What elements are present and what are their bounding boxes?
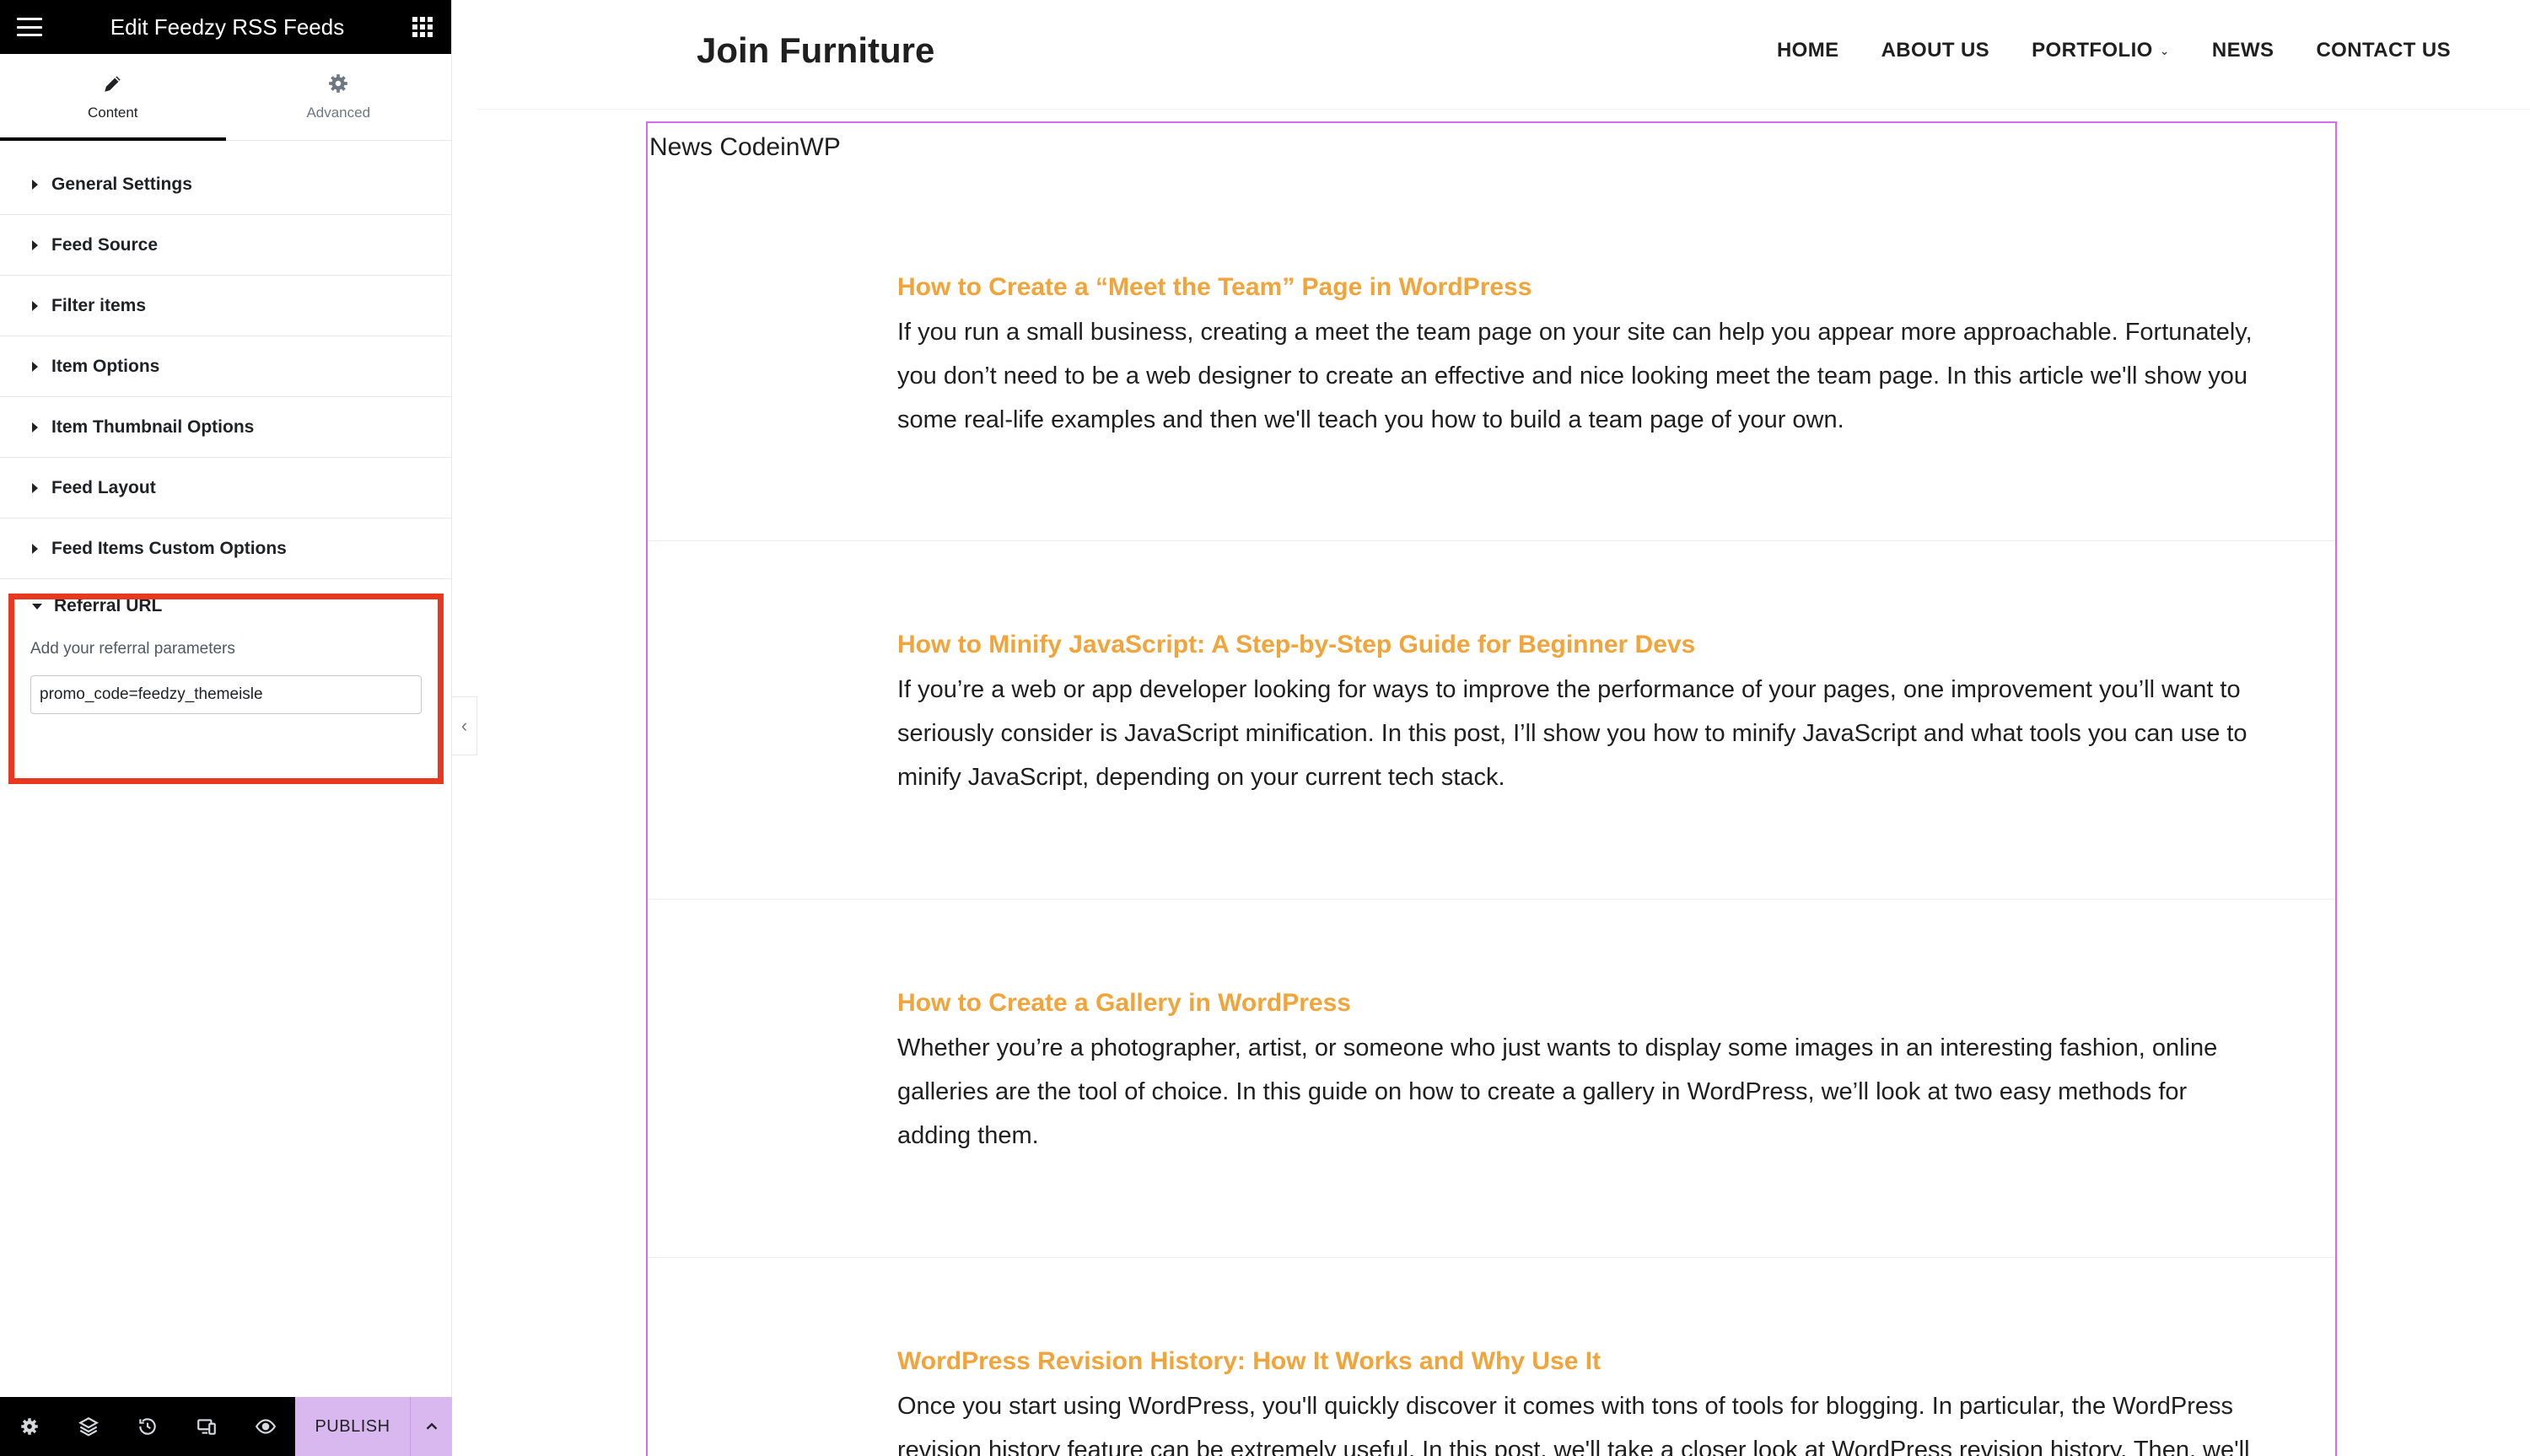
section-label: Feed Layout xyxy=(51,477,156,497)
history-icon[interactable] xyxy=(118,1397,177,1456)
feed-item-title-link[interactable]: WordPress Revision History: How It Works… xyxy=(897,1347,1601,1376)
section-feed-items-custom-options[interactable]: Feed Items Custom Options xyxy=(0,518,451,579)
section-referral-url: Referral URL Add your referral parameter… xyxy=(0,579,451,748)
feed-item-description-line: If you’re a web or app developer looking… xyxy=(897,676,2241,703)
section-item-thumbnail-options[interactable]: Item Thumbnail Options xyxy=(0,397,451,458)
feed-item: How to Create a Gallery in WordPress Whe… xyxy=(648,900,2335,1258)
editor-panel: Edit Feedzy RSS Feeds Content Advanced G… xyxy=(0,0,452,1456)
caret-right-icon xyxy=(32,422,38,433)
collapse-panel-chevron-icon[interactable]: ‹ xyxy=(452,696,477,755)
hamburger-menu-icon[interactable] xyxy=(17,18,42,36)
caret-right-icon xyxy=(32,300,38,311)
site-nav: HOME ABOUT US PORTFOLIO ⌄ NEWS CONTACT US xyxy=(1777,39,2451,62)
nav-item-home[interactable]: HOME xyxy=(1777,39,1839,62)
feedzy-widget[interactable]: News CodeinWP How to Create a “Meet the … xyxy=(646,121,2337,1456)
nav-label: PORTFOLIO xyxy=(2032,39,2153,62)
feed-item-title-link[interactable]: How to Create a “Meet the Team” Page in … xyxy=(897,273,1531,302)
feed-item-description-line: Once you start using WordPress, you'll q… xyxy=(897,1393,2234,1420)
feed-item-title-link[interactable]: How to Minify JavaScript: A Step-by-Step… xyxy=(897,631,1695,659)
panel-footer: PUBLISH xyxy=(0,1397,452,1456)
nav-label: CONTACT US xyxy=(2316,39,2451,62)
site-title[interactable]: Join Furniture xyxy=(697,30,934,71)
section-item-options[interactable]: Item Options xyxy=(0,336,451,397)
nav-item-portfolio[interactable]: PORTFOLIO ⌄ xyxy=(2032,39,2170,62)
section-general-settings[interactable]: General Settings xyxy=(0,154,451,215)
tab-content[interactable]: Content xyxy=(0,54,226,141)
feed-item-description-line: galleries are the tool of choice. In thi… xyxy=(897,1078,2188,1105)
section-feed-source[interactable]: Feed Source xyxy=(0,215,451,276)
feed-item-description: Whether you’re a photographer, artist, o… xyxy=(897,1026,2323,1158)
feed-item-description-line: minify JavaScript, depending on your cur… xyxy=(897,764,1505,791)
section-label: Feed Items Custom Options xyxy=(51,538,287,558)
publish-options-chevron-icon[interactable] xyxy=(410,1397,452,1456)
nav-item-news[interactable]: NEWS xyxy=(2212,39,2274,62)
nav-label: ABOUT US xyxy=(1881,39,1990,62)
feed-item-description: If you run a small business, creating a … xyxy=(897,310,2323,442)
feed-item-description-line: adding them. xyxy=(897,1122,1039,1149)
caret-right-icon xyxy=(32,239,38,250)
section-label: Item Options xyxy=(51,356,160,376)
panel-title: Edit Feedzy RSS Feeds xyxy=(110,13,345,40)
feed-item-description: Once you start using WordPress, you'll q… xyxy=(897,1384,2323,1456)
feed-item: How to Create a “Meet the Team” Page in … xyxy=(648,123,2335,541)
feed-item-title-link[interactable]: How to Create a Gallery in WordPress xyxy=(897,989,1351,1018)
caret-right-icon xyxy=(32,543,38,554)
feed-item-description-line: seriously consider is JavaScript minific… xyxy=(897,720,2247,747)
caret-down-icon xyxy=(32,603,42,610)
referral-url-toggle[interactable]: Referral URL xyxy=(0,579,451,633)
panel-header: Edit Feedzy RSS Feeds xyxy=(0,0,451,54)
section-label: Feed Source xyxy=(51,234,159,255)
site-header: Join Furniture HOME ABOUT US PORTFOLIO ⌄ … xyxy=(477,0,2530,110)
referral-field-label: Add your referral parameters xyxy=(30,640,235,658)
section-filter-items[interactable]: Filter items xyxy=(0,276,451,336)
feed-item: How to Minify JavaScript: A Step-by-Step… xyxy=(648,541,2335,900)
feed-item-description-line: revision history feature can be extremel… xyxy=(897,1437,2250,1456)
nav-label: HOME xyxy=(1776,39,1839,62)
preview-eye-icon[interactable] xyxy=(236,1397,295,1456)
feed-item-description-line: you don’t need to be a web designer to c… xyxy=(897,363,2247,390)
responsive-icon[interactable] xyxy=(177,1397,236,1456)
caret-right-icon xyxy=(32,361,38,372)
nav-label: NEWS xyxy=(2211,39,2274,62)
section-feed-layout[interactable]: Feed Layout xyxy=(0,458,451,518)
feed-item-description: If you’re a web or app developer looking… xyxy=(897,668,2323,799)
referral-parameters-input[interactable] xyxy=(30,675,422,714)
section-label: Item Thumbnail Options xyxy=(51,416,255,437)
pencil-icon xyxy=(105,76,121,92)
chevron-down-icon: ⌄ xyxy=(2159,43,2170,57)
feed-item-description-line: Whether you’re a photographer, artist, o… xyxy=(897,1034,2218,1061)
widgets-grid-icon[interactable] xyxy=(412,17,433,37)
nav-item-contact-us[interactable]: CONTACT US xyxy=(2316,39,2451,62)
tab-advanced-label: Advanced xyxy=(306,105,371,121)
feed-item-description-line: If you run a small business, creating a … xyxy=(897,319,2253,346)
layers-icon[interactable] xyxy=(59,1397,118,1456)
caret-right-icon xyxy=(32,482,38,493)
gear-icon xyxy=(329,74,348,93)
tab-advanced[interactable]: Advanced xyxy=(226,54,452,140)
section-label: Filter items xyxy=(51,295,147,315)
nav-item-about-us[interactable]: ABOUT US xyxy=(1881,39,1990,62)
referral-url-heading: Referral URL xyxy=(54,596,163,615)
publish-button[interactable]: PUBLISH xyxy=(295,1397,410,1456)
caret-right-icon xyxy=(32,179,38,190)
tab-content-label: Content xyxy=(87,105,138,121)
feed-item: WordPress Revision History: How It Works… xyxy=(648,1258,2335,1456)
settings-icon[interactable] xyxy=(0,1397,59,1456)
panel-tabs: Content Advanced xyxy=(0,54,451,141)
feed-item-description-line: some real-life examples and then we'll t… xyxy=(897,406,1844,433)
section-label: General Settings xyxy=(51,174,192,194)
